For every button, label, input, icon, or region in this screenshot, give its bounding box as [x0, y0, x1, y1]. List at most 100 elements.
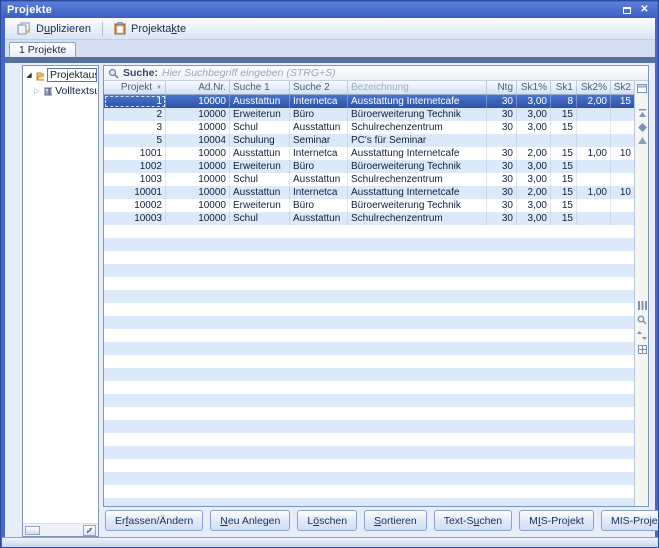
- vertical-scrollbar[interactable]: [634, 81, 648, 506]
- table-cell: 1,00: [577, 186, 611, 199]
- table-cell: 30: [487, 199, 517, 212]
- column-header[interactable]: Sk2: [611, 81, 634, 94]
- table-cell: 3,00: [517, 212, 551, 225]
- scroll-first-icon[interactable]: [636, 107, 648, 119]
- table-cell: 10000: [166, 173, 230, 186]
- column-header[interactable]: Ntg: [487, 81, 517, 94]
- table-cell: Erweiterun: [230, 199, 290, 212]
- table-row[interactable]: 110000AusstattunInternetcaAusstattung In…: [104, 95, 634, 108]
- grid-settings-icon[interactable]: [636, 343, 648, 355]
- projekte-window: Projekte ✕ Duplizieren: [0, 0, 659, 548]
- table-cell: [487, 134, 517, 147]
- column-header[interactable]: Sk2%: [577, 81, 611, 94]
- sortieren-button[interactable]: Sortieren: [364, 510, 427, 531]
- table-cell: 3,00: [517, 199, 551, 212]
- table-cell: 10000: [166, 108, 230, 121]
- table-cell: 3,00: [517, 121, 551, 134]
- table-cell: 2,00: [517, 186, 551, 199]
- columns-icon[interactable]: [636, 299, 648, 311]
- table-cell: Büroerweiterung Technik: [348, 160, 487, 173]
- empty-row: [104, 264, 634, 277]
- table-cell: 15: [551, 121, 577, 134]
- table-row[interactable]: 100210000ErweiterunBüroBüroerweiterung T…: [104, 160, 634, 173]
- fulltext-search-icon: [44, 86, 52, 96]
- tree-expanded-icon[interactable]: ◢: [25, 71, 33, 79]
- zoom-icon[interactable]: [636, 314, 648, 326]
- erfassen-aendern-button[interactable]: Erfassen/Ändern: [105, 510, 203, 531]
- table-cell: 15: [551, 199, 577, 212]
- table-cell: 10003: [104, 212, 166, 225]
- close-button[interactable]: ✕: [637, 4, 652, 17]
- restore-button[interactable]: [619, 4, 634, 17]
- table-cell: 15: [551, 108, 577, 121]
- tree-hscrollbar[interactable]: [25, 526, 40, 535]
- toolbar: Duplizieren Projektakte: [5, 18, 655, 40]
- column-header[interactable]: Suche 2: [290, 81, 348, 94]
- neu-anlegen-button[interactable]: Neu Anlegen: [210, 510, 290, 531]
- tab-projekte[interactable]: 1 Projekte: [9, 42, 76, 57]
- sidebar-item-projektauswahl[interactable]: ◢ Projektauswahl: [23, 66, 98, 83]
- mis-projekt-button[interactable]: MIS-Projekt: [519, 510, 594, 531]
- table-cell: 5: [104, 134, 166, 147]
- table-cell: 2,00: [577, 95, 611, 108]
- table-cell: [577, 173, 611, 186]
- column-header[interactable]: Suche 1: [230, 81, 290, 94]
- sidebar-item-volltextsuche[interactable]: ▷ Volltextsuche: [23, 83, 98, 98]
- column-header-label: Sk2%: [581, 82, 607, 93]
- table-cell: 3: [104, 121, 166, 134]
- empty-row: [104, 433, 634, 446]
- table-cell: Schul: [230, 121, 290, 134]
- table-row[interactable]: 1000310000SchulAusstattunSchulrechenzent…: [104, 212, 634, 225]
- scroll-jump-icon[interactable]: [636, 121, 648, 133]
- empty-row: [104, 459, 634, 472]
- empty-row: [104, 303, 634, 316]
- column-header[interactable]: Bezeichnung: [348, 81, 487, 94]
- table-cell: 10000: [166, 95, 230, 108]
- empty-row: [104, 238, 634, 251]
- scroll-up-icon[interactable]: [636, 135, 648, 147]
- table-cell: Schul: [230, 212, 290, 225]
- panel-expand-button[interactable]: [83, 525, 96, 536]
- table-row[interactable]: 1000110000AusstattunInternetcaAusstattun…: [104, 186, 634, 199]
- table-cell: [611, 173, 634, 186]
- tabstrip: 1 Projekte: [5, 40, 655, 57]
- loeschen-button[interactable]: Löschen: [297, 510, 357, 531]
- projektakte-button[interactable]: Projektakte: [107, 19, 193, 39]
- table-cell: 10001: [104, 186, 166, 199]
- table-cell: Ausstattun: [230, 186, 290, 199]
- mis-projektbelege-button[interactable]: MIS-Projektbelege: [601, 510, 659, 531]
- sort-toggle-icon[interactable]: [636, 329, 648, 341]
- table-cell: Ausstattung Internetcafe: [348, 147, 487, 160]
- duplizieren-button[interactable]: Duplizieren: [10, 19, 98, 39]
- table-cell: 30: [487, 173, 517, 186]
- table-row[interactable]: 210000ErweiterunBüroBüroerweiterung Tech…: [104, 108, 634, 121]
- search-input[interactable]: Hier Suchbegriff eingeben (STRG+S): [162, 67, 336, 79]
- table-cell: 10000: [166, 147, 230, 160]
- text-suchen-button[interactable]: Text-Suchen: [434, 510, 512, 531]
- column-header[interactable]: Projekt▼: [104, 81, 166, 94]
- table-cell: [611, 134, 634, 147]
- empty-row: [104, 498, 634, 506]
- column-header[interactable]: Sk1: [551, 81, 577, 94]
- empty-row: [104, 251, 634, 264]
- table-row[interactable]: 100310000SchulAusstattunSchulrechenzentr…: [104, 173, 634, 186]
- tree-collapsed-icon[interactable]: ▷: [33, 87, 41, 95]
- table-row[interactable]: 510004SchulungSeminarPC's für Seminar: [104, 134, 634, 147]
- table-cell: Schul: [230, 173, 290, 186]
- table-row[interactable]: 100110000AusstattunInternetcaAusstattung…: [104, 147, 634, 160]
- table-cell: 30: [487, 147, 517, 160]
- table-cell: Büro: [290, 199, 348, 212]
- search-bar[interactable]: Suche: Hier Suchbegriff eingeben (STRG+S…: [104, 66, 648, 81]
- column-header[interactable]: Sk1%: [517, 81, 551, 94]
- table-row[interactable]: 1000210000ErweiterunBüroBüroerweiterung …: [104, 199, 634, 212]
- table-cell: 3,00: [517, 108, 551, 121]
- table-cell: Ausstattung Internetcafe: [348, 186, 487, 199]
- column-chooser-icon[interactable]: [636, 82, 648, 94]
- empty-row: [104, 277, 634, 290]
- column-header[interactable]: Ad.Nr.: [166, 81, 230, 94]
- table-cell: [611, 108, 634, 121]
- grid-area: Projekt▼Ad.Nr.Suche 1Suche 2BezeichnungN…: [104, 81, 648, 506]
- table-row[interactable]: 310000SchulAusstattunSchulrechenzentrum3…: [104, 121, 634, 134]
- table-cell: 1003: [104, 173, 166, 186]
- table-cell: 8: [551, 95, 577, 108]
